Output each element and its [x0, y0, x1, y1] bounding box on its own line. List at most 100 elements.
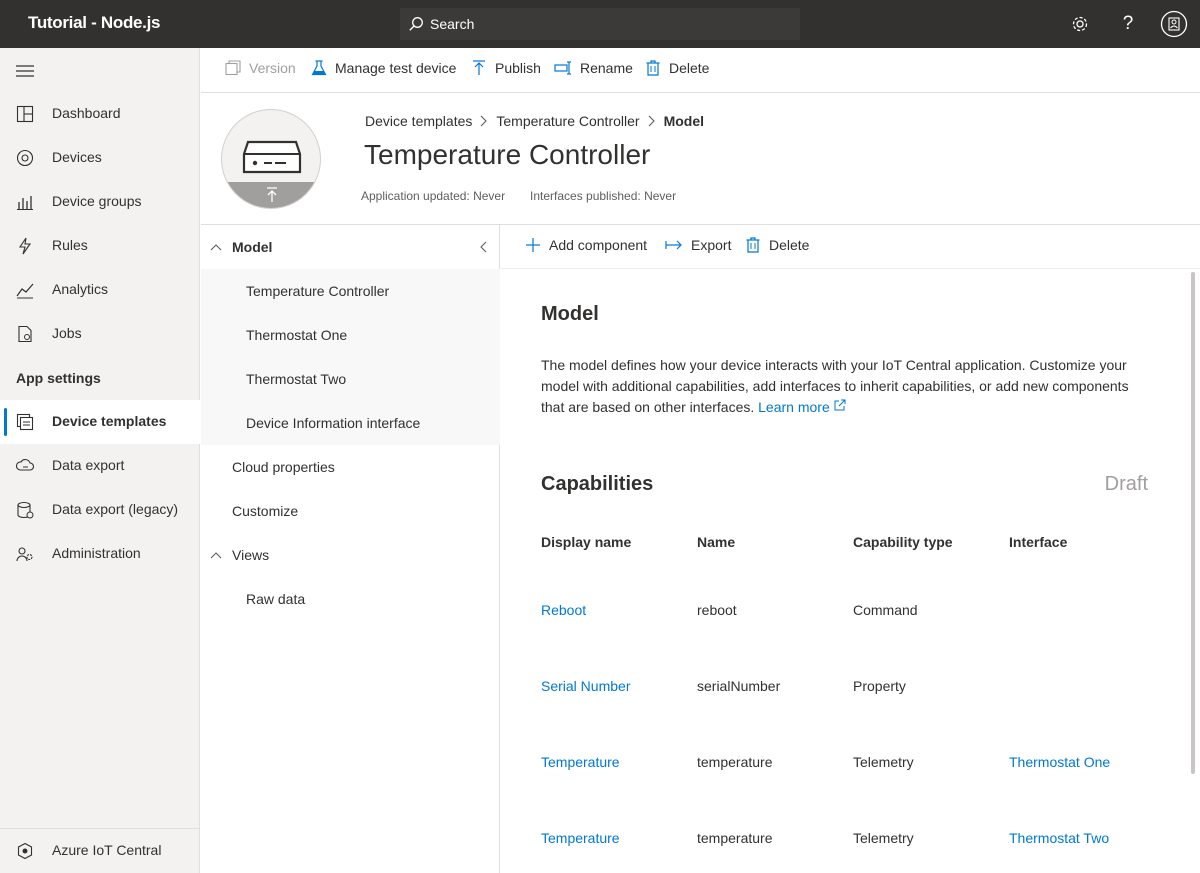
- capability-name: reboot: [697, 602, 737, 618]
- chevron-right-icon: [481, 115, 488, 127]
- iot-central-icon: [17, 842, 33, 860]
- nav-item-jobs[interactable]: Jobs: [0, 312, 200, 356]
- tree-item-model[interactable]: Model: [201, 225, 500, 269]
- settings-button[interactable]: [1066, 10, 1094, 38]
- nav-label: Dashboard: [52, 105, 121, 121]
- capability-display-name[interactable]: Reboot: [541, 602, 586, 618]
- search-box[interactable]: Search: [400, 8, 800, 40]
- column-header-capability-type: Capability type: [853, 534, 953, 550]
- collapse-panel-icon[interactable]: [479, 241, 487, 253]
- left-nav: Dashboard Devices Device groups Rules An…: [0, 48, 200, 873]
- content-toolbar: Add component Export Delete: [501, 225, 1200, 269]
- rename-button[interactable]: Rename: [554, 60, 633, 76]
- account-icon: [1160, 10, 1188, 38]
- trash-icon: [746, 237, 760, 253]
- delete-component-button[interactable]: Delete: [745, 237, 809, 253]
- plus-icon: [526, 238, 540, 252]
- nav-item-administration[interactable]: Administration: [0, 532, 200, 576]
- help-button[interactable]: ?: [1114, 10, 1142, 38]
- breadcrumb-item-device-templates[interactable]: Device templates: [365, 113, 472, 129]
- flask-icon: [311, 60, 327, 76]
- hamburger-menu-icon[interactable]: [16, 64, 34, 78]
- tree-item-cloud-properties[interactable]: Cloud properties: [201, 445, 500, 489]
- data-export-legacy-icon: [17, 501, 34, 519]
- analytics-icon: [16, 283, 34, 299]
- delete-template-button[interactable]: Delete: [645, 60, 709, 76]
- delete-label: Delete: [669, 60, 710, 76]
- capability-interface[interactable]: Thermostat Two: [1009, 830, 1109, 846]
- capabilities-heading: Capabilities: [541, 473, 654, 495]
- chevron-up-icon[interactable]: [210, 241, 222, 253]
- nav-item-data-export[interactable]: Data export: [0, 444, 200, 488]
- capability-display-name[interactable]: Temperature: [541, 830, 620, 846]
- nav-label: Analytics: [52, 281, 109, 297]
- export-icon: [665, 240, 682, 250]
- publish-icon: [473, 60, 485, 75]
- interfaces-published-status: Interfaces published: Never: [530, 189, 677, 203]
- nav-label: Azure IoT Central: [52, 842, 162, 858]
- chevron-up-icon[interactable]: [210, 549, 222, 561]
- add-component-button[interactable]: Add component: [525, 237, 647, 253]
- nav-footer[interactable]: Azure IoT Central: [0, 828, 200, 873]
- tree-item-views[interactable]: Views: [201, 533, 500, 577]
- nav-item-data-export-legacy[interactable]: Data export (legacy): [0, 488, 200, 532]
- tree-item-thermostat-one[interactable]: Thermostat One: [201, 313, 500, 357]
- trash-icon: [646, 60, 660, 76]
- device-templates-icon: [16, 413, 34, 431]
- administration-icon: [16, 547, 33, 562]
- capability-name: temperature: [697, 830, 773, 846]
- upload-band[interactable]: [222, 182, 320, 208]
- template-header: Device templates Temperature Controller …: [201, 93, 1200, 225]
- breadcrumb-item-model: Model: [663, 113, 705, 129]
- nav-item-device-groups[interactable]: Device groups: [0, 180, 200, 224]
- template-image[interactable]: [221, 109, 321, 209]
- nav-item-rules[interactable]: Rules: [0, 224, 200, 268]
- chevron-right-icon: [648, 115, 655, 127]
- publish-button[interactable]: Publish: [471, 60, 541, 76]
- tree-label: Model: [232, 239, 273, 255]
- manage-test-device-label: Manage test device: [335, 60, 457, 76]
- capability-name: temperature: [697, 754, 773, 770]
- nav-label: Devices: [52, 149, 102, 165]
- nav-label: Data export: [52, 457, 125, 473]
- export-label: Export: [691, 237, 732, 253]
- account-button[interactable]: [1160, 10, 1188, 38]
- tree-label: Views: [232, 547, 270, 563]
- add-component-label: Add component: [549, 237, 648, 253]
- breadcrumb-item-temperature-controller[interactable]: Temperature Controller: [496, 113, 639, 129]
- breadcrumb: Device templates Temperature Controller …: [365, 113, 704, 129]
- tree-item-customize[interactable]: Customize: [201, 489, 500, 533]
- app-title[interactable]: Tutorial - Node.js: [28, 13, 160, 33]
- capability-display-name[interactable]: Serial Number: [541, 678, 630, 694]
- version-button[interactable]: Version: [225, 60, 296, 76]
- tree-label: Thermostat One: [246, 327, 348, 343]
- nav-item-dashboard[interactable]: Dashboard: [0, 92, 200, 136]
- tree-label: Cloud properties: [232, 459, 335, 475]
- rename-label: Rename: [580, 60, 633, 76]
- export-button[interactable]: Export: [665, 237, 731, 253]
- tree-item-temperature-controller[interactable]: Temperature Controller: [201, 269, 500, 313]
- nav-item-analytics[interactable]: Analytics: [0, 268, 200, 312]
- content-scrollbar[interactable]: [1191, 272, 1195, 774]
- nav-item-devices[interactable]: Devices: [0, 136, 200, 180]
- external-link-icon: [834, 399, 846, 411]
- top-bar: Tutorial - Node.js Search ?: [0, 0, 1200, 48]
- capability-type: Property: [853, 678, 906, 694]
- data-export-icon: [16, 459, 34, 471]
- upload-icon: [267, 187, 277, 202]
- manage-test-device-button[interactable]: Manage test device: [311, 60, 456, 76]
- nav-item-device-templates[interactable]: Device templates: [0, 400, 200, 444]
- capability-display-name[interactable]: Temperature: [541, 754, 620, 770]
- help-icon: ?: [1122, 13, 1134, 34]
- tree-item-raw-data[interactable]: Raw data: [201, 577, 500, 621]
- column-header-display-name: Display name: [541, 534, 632, 550]
- version-label: Version: [249, 60, 296, 76]
- learn-more-link[interactable]: Learn more: [758, 399, 846, 415]
- tree-item-thermostat-two[interactable]: Thermostat Two: [201, 357, 500, 401]
- model-heading: Model: [541, 303, 599, 325]
- draft-status: Draft: [1104, 473, 1148, 495]
- nav-item-azure-iot-central[interactable]: Azure IoT Central: [0, 829, 200, 873]
- rename-icon: [554, 61, 571, 75]
- capability-interface[interactable]: Thermostat One: [1009, 754, 1110, 770]
- tree-item-device-information[interactable]: Device Information interface: [201, 401, 500, 445]
